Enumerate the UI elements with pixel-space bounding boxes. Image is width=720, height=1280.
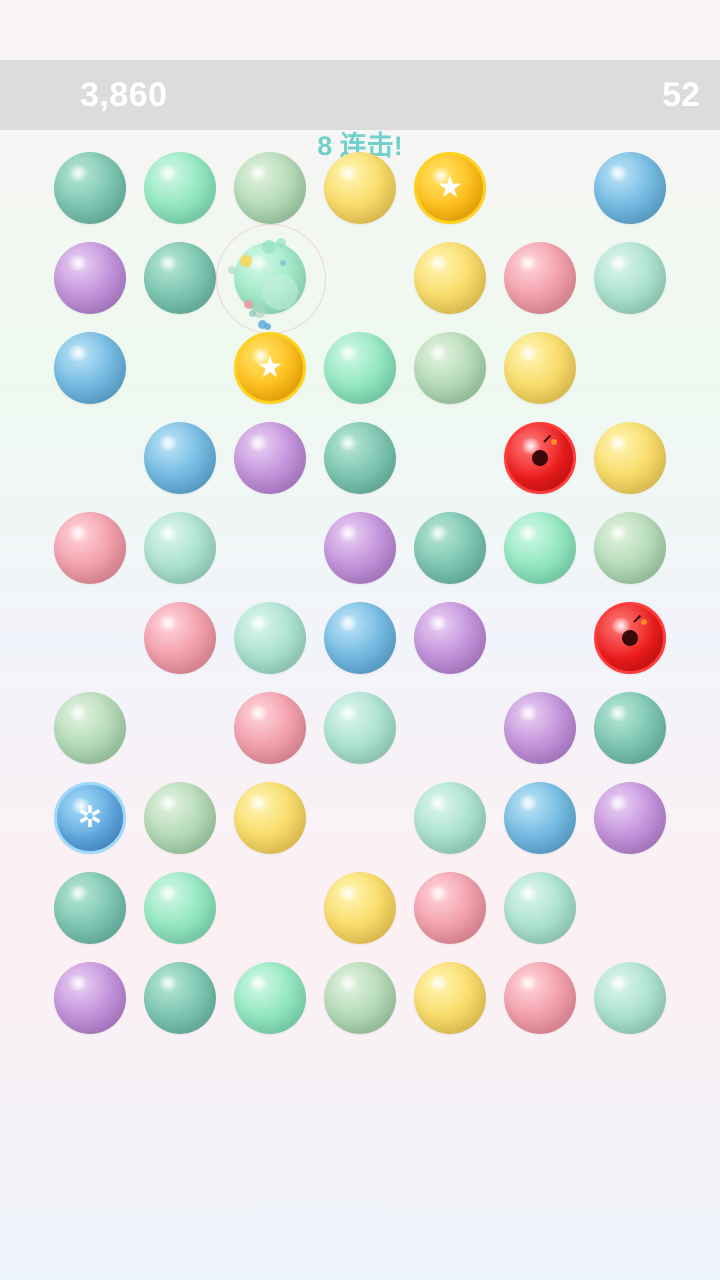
mint-bubble[interactable] — [324, 332, 396, 404]
sage-bubble[interactable] — [234, 152, 306, 224]
pop-particle — [240, 255, 252, 267]
bomb-bubble[interactable] — [594, 602, 666, 674]
teal-bubble[interactable] — [594, 692, 666, 764]
blue-bubble[interactable] — [144, 422, 216, 494]
blue-bubble[interactable] — [594, 152, 666, 224]
star-bubble[interactable]: ★ — [414, 152, 486, 224]
aqua-bubble[interactable] — [594, 242, 666, 314]
aqua-bubble[interactable] — [234, 602, 306, 674]
teal-bubble[interactable] — [414, 512, 486, 584]
yellow-bubble[interactable] — [414, 242, 486, 314]
aqua-bubble[interactable] — [594, 962, 666, 1034]
yellow-bubble[interactable] — [324, 152, 396, 224]
yellow-bubble[interactable] — [324, 872, 396, 944]
sage-bubble[interactable] — [54, 692, 126, 764]
aqua-bubble[interactable] — [414, 782, 486, 854]
teal-bubble[interactable] — [144, 242, 216, 314]
blue-bubble[interactable] — [54, 332, 126, 404]
yellow-bubble[interactable] — [504, 332, 576, 404]
blue-bubble[interactable] — [504, 782, 576, 854]
teal-bubble[interactable] — [54, 872, 126, 944]
mint-bubble[interactable] — [504, 512, 576, 584]
yellow-bubble[interactable] — [234, 782, 306, 854]
teal-bubble[interactable] — [54, 152, 126, 224]
purple-bubble[interactable] — [594, 782, 666, 854]
pop-particle — [276, 238, 286, 248]
pop-particle — [280, 260, 286, 266]
pop-particle — [262, 274, 298, 310]
teal-bubble[interactable] — [324, 422, 396, 494]
bomb-icon — [594, 602, 666, 674]
purple-bubble[interactable] — [414, 602, 486, 674]
sage-bubble[interactable] — [594, 512, 666, 584]
pop-particle — [262, 240, 276, 254]
yellow-bubble[interactable] — [414, 962, 486, 1034]
mint-bubble[interactable] — [144, 152, 216, 224]
pink-bubble[interactable] — [234, 692, 306, 764]
ice-bubble[interactable]: ✲ — [54, 782, 126, 854]
yellow-bubble[interactable] — [594, 422, 666, 494]
mint-bubble[interactable] — [234, 962, 306, 1034]
pop-particle — [228, 266, 236, 274]
sage-bubble[interactable] — [144, 782, 216, 854]
pop-particle — [264, 323, 271, 330]
bomb-icon — [504, 422, 576, 494]
aqua-bubble[interactable] — [144, 512, 216, 584]
aqua-bubble[interactable] — [324, 692, 396, 764]
star-bubble[interactable]: ★ — [234, 332, 306, 404]
pink-bubble[interactable] — [414, 872, 486, 944]
mint-bubble[interactable] — [144, 872, 216, 944]
star-icon: ★ — [436, 171, 464, 204]
sage-bubble[interactable] — [414, 332, 486, 404]
pop-particle — [249, 310, 256, 317]
blue-bubble[interactable] — [324, 602, 396, 674]
star-icon: ★ — [256, 351, 284, 384]
purple-bubble[interactable] — [54, 242, 126, 314]
pink-bubble[interactable] — [144, 602, 216, 674]
bomb-bubble[interactable] — [504, 422, 576, 494]
game-board: ★ ★ ✲ — [0, 0, 720, 1280]
purple-bubble[interactable] — [234, 422, 306, 494]
aqua-bubble[interactable] — [504, 872, 576, 944]
purple-bubble[interactable] — [54, 962, 126, 1034]
sage-bubble[interactable] — [324, 962, 396, 1034]
snowflake-icon: ✲ — [77, 801, 103, 834]
teal-bubble[interactable] — [144, 962, 216, 1034]
pink-bubble[interactable] — [504, 962, 576, 1034]
pink-bubble[interactable] — [54, 512, 126, 584]
purple-bubble[interactable] — [504, 692, 576, 764]
pink-bubble[interactable] — [504, 242, 576, 314]
purple-bubble[interactable] — [324, 512, 396, 584]
